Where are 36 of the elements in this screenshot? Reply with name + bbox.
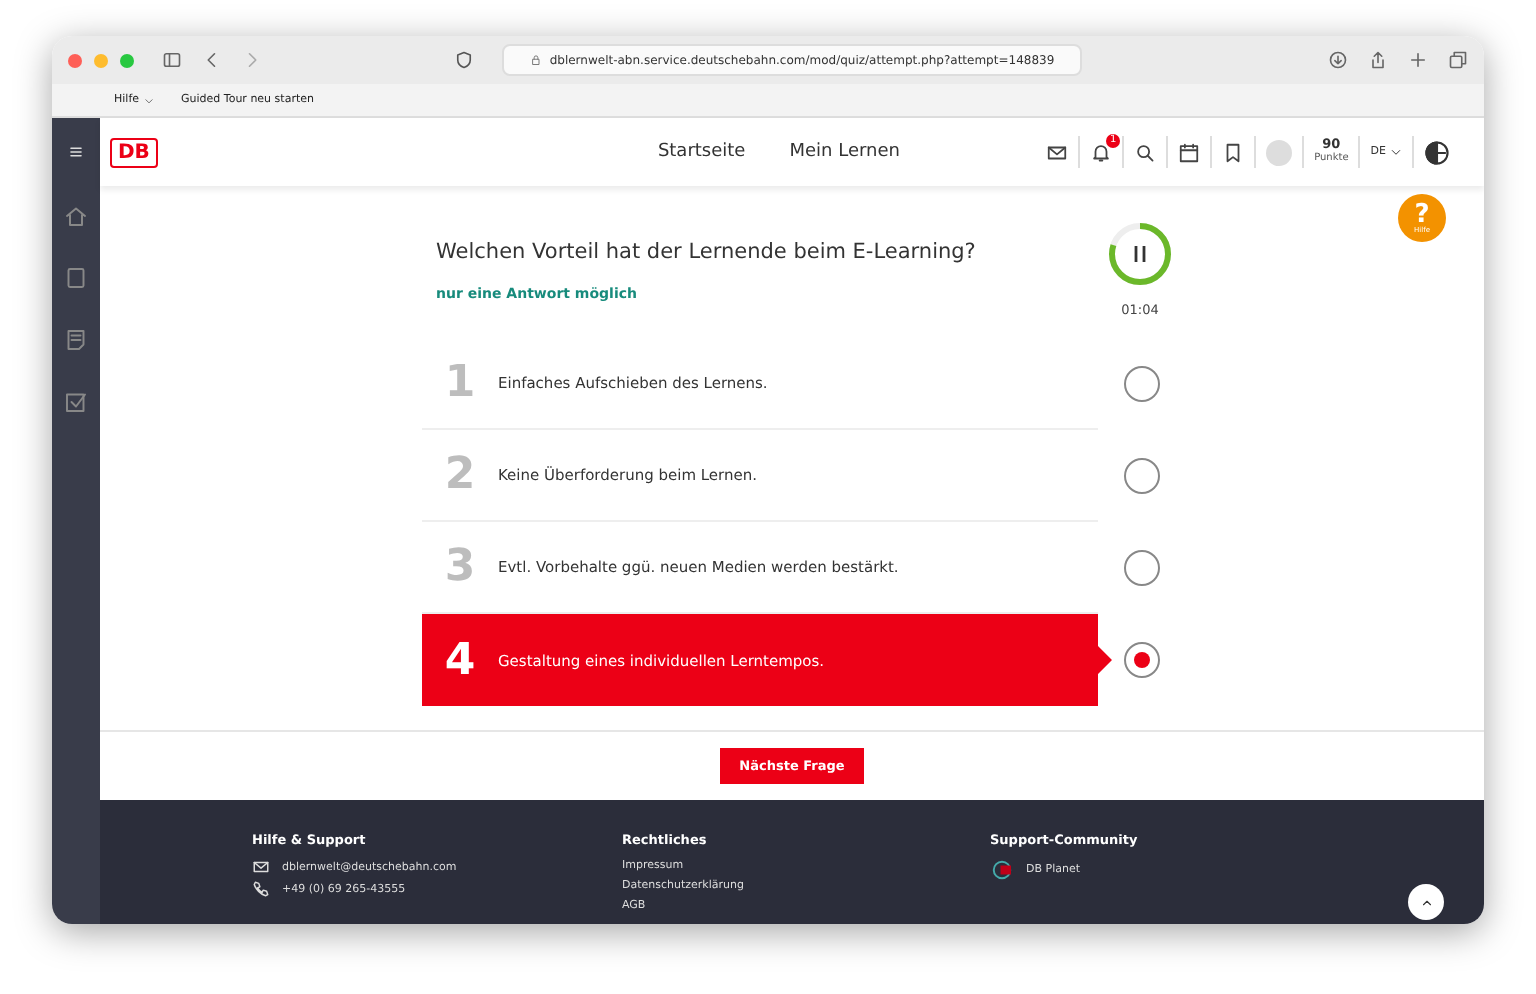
sidebar-icon bbox=[162, 50, 182, 70]
bell-icon bbox=[1090, 141, 1113, 163]
caret-up-icon bbox=[1419, 895, 1433, 909]
shield-icon bbox=[454, 50, 474, 70]
book-icon bbox=[64, 266, 88, 290]
phone-icon bbox=[252, 880, 270, 898]
tabs-icon bbox=[1448, 50, 1468, 70]
checkbox-icon bbox=[64, 390, 88, 414]
bookmark-icon bbox=[1222, 141, 1245, 163]
community-logo-icon bbox=[990, 858, 1014, 882]
mail-icon bbox=[252, 858, 270, 876]
document-icon bbox=[64, 328, 88, 352]
plus-icon bbox=[1408, 50, 1428, 70]
menu-icon bbox=[66, 142, 86, 162]
chevron-down-icon bbox=[1390, 146, 1402, 158]
radio-button[interactable] bbox=[1124, 366, 1160, 402]
zoom-button[interactable] bbox=[120, 53, 134, 67]
nav-link[interactable]: Mein Lernen bbox=[789, 142, 900, 162]
radio-button[interactable] bbox=[1124, 550, 1160, 586]
close-button[interactable] bbox=[68, 53, 82, 67]
contrast-icon bbox=[1424, 139, 1450, 165]
lock-icon bbox=[529, 54, 542, 66]
radio-button[interactable] bbox=[1124, 458, 1160, 494]
timer-pause-button[interactable] bbox=[1108, 222, 1172, 286]
chevron-down-icon bbox=[143, 95, 154, 105]
share-icon bbox=[1368, 50, 1388, 70]
radio-button[interactable] bbox=[1124, 642, 1160, 678]
nav-link[interactable]: Startseite bbox=[657, 142, 746, 162]
download-icon bbox=[1328, 50, 1348, 70]
question-text: Welchen Vorteil hat der Lernende beim E-Learning? bbox=[436, 240, 978, 264]
logo[interactable]: DB bbox=[110, 137, 158, 167]
scroll-top-button[interactable] bbox=[1408, 884, 1444, 920]
calendar-icon bbox=[1178, 141, 1201, 163]
mail-icon bbox=[1046, 141, 1069, 163]
search-icon bbox=[1134, 141, 1157, 163]
home-icon bbox=[64, 204, 88, 228]
